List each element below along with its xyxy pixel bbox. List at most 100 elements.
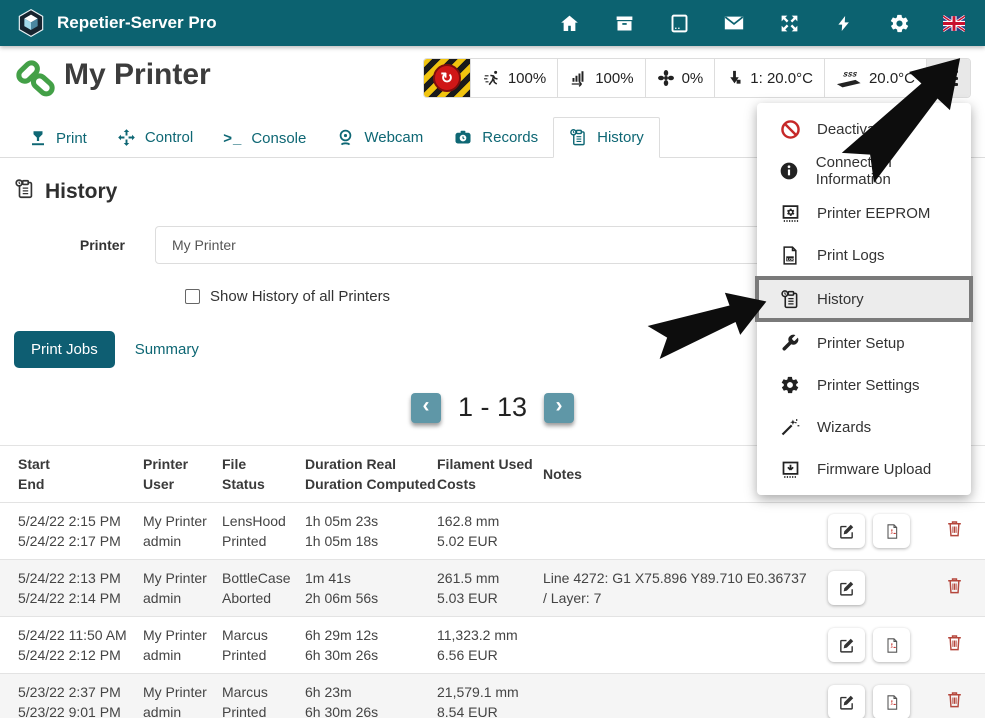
print-nozzle-icon — [29, 129, 47, 147]
top-navbar: Repetier-Server Pro — [0, 0, 985, 46]
extruder-temp-value: 1: 20.0°C — [750, 70, 813, 87]
history-heading-label: History — [45, 180, 117, 204]
menu-item-print-logs[interactable]: LOG Print Logs — [757, 234, 971, 276]
chip-upload-icon — [778, 459, 802, 480]
emergency-stop-icon: ↻ — [433, 64, 461, 92]
fan-icon — [657, 69, 675, 87]
webcam-icon — [336, 128, 355, 147]
tab-history[interactable]: History — [553, 117, 660, 158]
flow-value: 100% — [595, 70, 633, 87]
page-range: 1 - 13 — [458, 392, 527, 423]
console-prompt-icon: >_ — [223, 130, 242, 147]
fan-value: 0% — [682, 70, 704, 87]
menu-item-history[interactable]: History — [755, 276, 973, 322]
menu-item-printer-setup[interactable]: Printer Setup — [757, 322, 971, 364]
speed-runner-icon — [482, 69, 501, 87]
menu-item-label: Printer EEPROM — [817, 205, 930, 222]
speed-chip[interactable]: 100% — [470, 59, 557, 97]
home-icon[interactable] — [558, 12, 580, 34]
extruder-icon — [726, 69, 743, 87]
wand-icon — [778, 417, 802, 437]
menu-item-printer-settings[interactable]: Printer Settings — [757, 364, 971, 406]
next-page-button[interactable]: › — [544, 393, 574, 423]
table-row: 5/24/22 2:15 PM5/24/22 2:17 PM My Printe… — [0, 503, 985, 560]
pdf-report-button[interactable] — [873, 685, 910, 718]
menu-item-label: Firmware Upload — [817, 461, 931, 478]
heated-bed-icon: sss — [836, 69, 862, 88]
svg-text:sss: sss — [842, 69, 858, 79]
tab-control[interactable]: Control — [102, 118, 208, 157]
chip-gear-icon — [778, 203, 802, 224]
tab-label: Print — [56, 130, 87, 147]
gear-icon — [778, 375, 802, 395]
edit-note-button[interactable] — [828, 628, 865, 662]
menu-item-wizards[interactable]: Wizards — [757, 406, 971, 448]
delete-icon[interactable] — [945, 519, 964, 543]
ban-icon — [778, 119, 802, 140]
extruder-temp-chip[interactable]: 1: 20.0°C — [714, 59, 824, 97]
menu-item-label: Print Logs — [817, 247, 885, 264]
emergency-stop-button[interactable]: ↻ — [424, 59, 470, 97]
tab-records[interactable]: Records — [438, 118, 553, 157]
navbar-icons — [558, 12, 969, 34]
info-icon — [778, 161, 801, 181]
tab-label: Console — [251, 130, 306, 147]
printer-select-label: Printer — [14, 237, 155, 253]
tab-label: Webcam — [364, 129, 423, 146]
repetier-logo-icon — [16, 8, 46, 38]
history-clipboard-icon — [778, 289, 802, 310]
bolt-icon[interactable] — [833, 12, 855, 34]
svg-text:LOG: LOG — [787, 257, 795, 261]
tab-console[interactable]: >_ Console — [208, 120, 321, 157]
brand-title: Repetier-Server Pro — [57, 13, 217, 33]
tab-label: Control — [145, 129, 193, 146]
tab-label: Records — [482, 129, 538, 146]
tab-print[interactable]: Print — [14, 119, 102, 157]
table-row: 5/24/22 2:13 PM5/24/22 2:14 PM My Printe… — [0, 560, 985, 617]
prev-page-button[interactable]: ‹ — [411, 393, 441, 423]
move-arrows-icon — [117, 128, 136, 147]
menu-item-label: Printer Setup — [817, 335, 905, 352]
archive-icon[interactable] — [613, 12, 635, 34]
pdf-report-button[interactable] — [873, 628, 910, 662]
tablet-icon[interactable] — [668, 12, 690, 34]
table-row: 5/23/22 2:37 PM5/23/22 9:01 PM My Printe… — [0, 674, 985, 718]
history-clipboard-icon — [569, 128, 588, 147]
flow-bars-icon — [569, 69, 588, 87]
speed-value: 100% — [508, 70, 546, 87]
summary-button[interactable]: Summary — [135, 341, 199, 358]
menu-item-label: Printer Settings — [817, 377, 920, 394]
show-all-printers-label: Show History of all Printers — [210, 288, 390, 305]
chain-link-icon — [12, 56, 58, 105]
edit-note-button[interactable] — [828, 685, 865, 718]
fan-chip[interactable]: 0% — [645, 59, 715, 97]
edit-note-button[interactable] — [828, 514, 865, 548]
mail-icon[interactable] — [723, 12, 745, 34]
brand: Repetier-Server Pro — [16, 8, 217, 38]
records-camera-icon — [453, 128, 473, 147]
menu-item-label: History — [817, 291, 864, 308]
print-jobs-button[interactable]: Print Jobs — [14, 331, 115, 368]
tab-label: History — [597, 129, 644, 146]
delete-icon[interactable] — [945, 633, 964, 657]
menu-item-printer-eeprom[interactable]: Printer EEPROM — [757, 192, 971, 234]
wrench-icon — [778, 333, 802, 353]
delete-icon[interactable] — [945, 576, 964, 600]
table-row: 5/24/22 11:50 AM5/24/22 2:12 PM My Print… — [0, 617, 985, 674]
printer-select-value: My Printer — [172, 237, 236, 253]
printer-header: My Printer ↻ 100% 100% 0% 1: — [0, 46, 985, 110]
expand-icon[interactable] — [778, 12, 800, 34]
menu-item-firmware-upload[interactable]: Firmware Upload — [757, 448, 971, 490]
menu-item-label: Wizards — [817, 419, 871, 436]
show-all-printers-checkbox[interactable] — [185, 289, 200, 304]
delete-icon[interactable] — [945, 690, 964, 714]
history-clipboard-icon — [14, 178, 36, 206]
tab-webcam[interactable]: Webcam — [321, 118, 438, 157]
page-title: My Printer — [64, 58, 211, 92]
gear-icon[interactable] — [888, 12, 910, 34]
flag-gb-icon[interactable] — [943, 12, 965, 34]
edit-note-button[interactable] — [828, 571, 865, 605]
pdf-report-button[interactable] — [873, 514, 910, 548]
flow-chip[interactable]: 100% — [557, 59, 644, 97]
log-file-icon: LOG — [778, 245, 802, 266]
